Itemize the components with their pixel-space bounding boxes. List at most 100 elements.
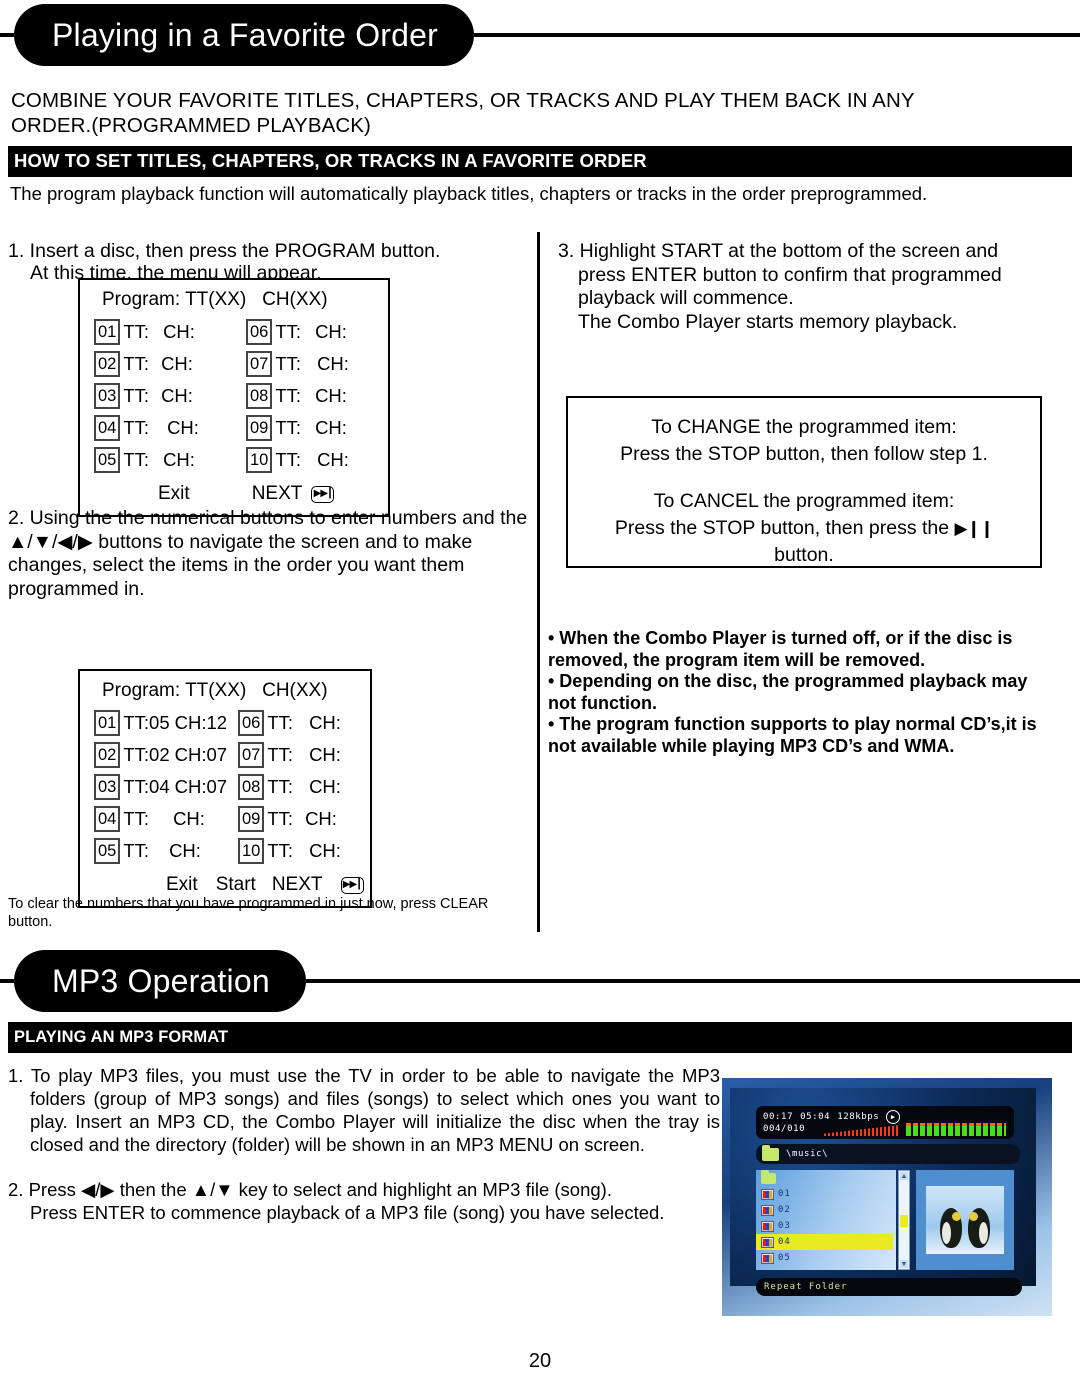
elapsed-time: 00:17	[763, 1112, 794, 1122]
section-title-favorite-order: Playing in a Favorite Order	[14, 4, 475, 66]
osd-entry[interactable]: 06 TT: CH:	[238, 709, 341, 737]
osd-exit-button[interactable]: Exit	[158, 483, 190, 505]
osd-row: 03 TT:04 CH:07 08 TT: CH:	[94, 772, 370, 802]
osd-next-button[interactable]: NEXT	[272, 874, 323, 896]
list-item-label: 02	[778, 1205, 791, 1215]
bullet-item: • When the Combo Player is turned off, o…	[548, 628, 1013, 670]
osd-rows: 01 TT:05 CH:12 06 TT: CH: 02 TT:02 CH:07…	[80, 708, 370, 866]
lede-paragraph: The program playback function will autom…	[10, 183, 928, 204]
list-item[interactable]: 05	[756, 1250, 896, 1266]
osd-entry[interactable]: 05 TT: CH:	[94, 446, 246, 474]
list-item[interactable]: 02	[756, 1202, 896, 1218]
bullet-item: • The program function supports to play …	[548, 714, 1037, 756]
osd-title: Program: TT(XX) CH(XX)	[102, 680, 328, 701]
scrollbar-thumb[interactable]	[900, 1215, 908, 1227]
left-right-arrows-icon: ◀/▶	[81, 1179, 115, 1200]
osd-entry-index: 02	[94, 741, 121, 769]
osd-entry-index: 09	[238, 805, 265, 833]
osd-entry[interactable]: 04 TT: CH:	[94, 805, 238, 833]
osd-entry[interactable]: 01 TT:05 CH:12	[94, 709, 238, 737]
list-item-label: 04	[778, 1237, 791, 1247]
track-counter: 004/010	[763, 1124, 806, 1134]
scroll-up-arrow-icon[interactable]: ▲	[900, 1172, 908, 1180]
folder-up-icon	[761, 1169, 776, 1184]
osd-entry-index: 10	[246, 446, 273, 474]
osd-entry-ch: CH:	[309, 744, 341, 765]
osd-entry[interactable]: 03 TT:04 CH:07	[94, 773, 238, 801]
osd-entry[interactable]: 08 TT: CH:	[238, 773, 341, 801]
list-item[interactable]: 01	[756, 1186, 896, 1202]
osd-entry[interactable]: 02 TT: CH:	[94, 350, 246, 378]
note-change-instruction: Press the STOP button, then follow step …	[620, 443, 988, 465]
repeat-mode-label: Repeat Folder	[764, 1282, 848, 1292]
mp3-file-icon	[761, 1220, 774, 1232]
osd-program-menu-empty: Program: TT(XX) CH(XX) 01 TT: CH: 06 TT:…	[78, 278, 390, 517]
osd-entry[interactable]: 06 TT: CH:	[246, 318, 347, 346]
osd-row: 01 TT: CH: 06 TT: CH:	[94, 317, 388, 347]
osd-entry[interactable]: 09 TT: CH:	[246, 414, 347, 442]
osd-entry[interactable]: 01 TT: CH:	[94, 318, 246, 346]
album-art-panel	[916, 1170, 1014, 1270]
osd-entry-index: 09	[246, 414, 273, 442]
note-cancel-instruction: Press the STOP button, then press the ▶❙…	[568, 515, 1040, 542]
skip-next-icon[interactable]: ▶▶┃	[340, 876, 364, 894]
osd-next-button[interactable]: NEXT	[252, 483, 303, 505]
mp3-step-1: 1. To play MP3 files, you must use the T…	[8, 1065, 720, 1155]
osd-row: 01 TT:05 CH:12 06 TT: CH:	[94, 708, 370, 738]
osd-entry-tt: TT:	[275, 417, 302, 438]
notes-bullet-list: • When the Combo Player is turned off, o…	[548, 628, 1058, 757]
osd-entry-index: 02	[94, 350, 121, 378]
osd-program-menu-filled: Program: TT(XX) CH(XX) 01 TT:05 CH:12 06…	[78, 669, 372, 908]
osd-entry-index: 06	[238, 709, 265, 737]
list-item[interactable]	[756, 1169, 896, 1186]
section-title-mp3-operation: MP3 Operation	[14, 950, 306, 1012]
osd-entry[interactable]: 03 TT: CH:	[94, 382, 246, 410]
note-cancel-button-word: button.	[774, 544, 834, 566]
osd-row: 04 TT: CH: 09 TT: CH:	[94, 804, 370, 834]
skip-next-icon[interactable]: ▶▶┃	[311, 485, 335, 503]
osd-entry[interactable]: 07 TT: CH:	[246, 350, 349, 378]
osd-entry[interactable]: 04 TT: CH:	[94, 414, 246, 442]
osd-entry-ch: CH:	[167, 417, 199, 438]
osd-start-button[interactable]: Start	[216, 874, 256, 896]
mp3-file-icon	[761, 1236, 774, 1248]
osd-entry-tt: TT:	[123, 321, 150, 342]
tv-file-list[interactable]: 01 02 03 04 05	[756, 1169, 896, 1270]
osd-entry[interactable]: 09 TT: CH:	[238, 805, 337, 833]
osd-entry-index: 03	[94, 382, 121, 410]
osd-entry-ch: CH:07	[174, 776, 228, 797]
change-cancel-note-box: To CHANGE the programmed item: Press the…	[566, 396, 1042, 568]
osd-entry-tt: TT:	[267, 776, 294, 797]
osd-entry-ch: CH:	[169, 840, 201, 861]
osd-entry[interactable]: 07 TT: CH:	[238, 741, 341, 769]
osd-row: 04 TT: CH: 09 TT: CH:	[94, 413, 388, 443]
scrollbar[interactable]: ▲ ▼	[898, 1170, 910, 1270]
mp3-file-icon	[761, 1188, 774, 1200]
osd-entry-ch: CH:	[173, 808, 205, 829]
osd-entry-ch: CH:07	[174, 744, 228, 765]
step-3-block: 3. Highlight START at the bottom of the …	[558, 240, 1068, 334]
list-item-label: 01	[778, 1189, 791, 1199]
osd-entry-tt: TT:	[123, 808, 150, 829]
osd-entry-tt: TT:	[123, 840, 150, 861]
osd-entry[interactable]: 05 TT: CH:	[94, 837, 238, 865]
list-item-selected[interactable]: 04	[756, 1234, 893, 1250]
osd-entry[interactable]: 10 TT: CH:	[238, 837, 341, 865]
osd-entry-ch: CH:	[161, 385, 193, 406]
section-banner-favorite-order: Playing in a Favorite Order	[0, 4, 1080, 66]
osd-exit-button[interactable]: Exit	[166, 874, 198, 896]
osd-entry-index: 01	[94, 709, 121, 737]
spectrum-meter-icon	[906, 1123, 1006, 1136]
osd-entry[interactable]: 02 TT:02 CH:07	[94, 741, 238, 769]
osd-entry[interactable]: 08 TT: CH:	[246, 382, 347, 410]
osd-row: 02 TT:02 CH:07 07 TT: CH:	[94, 740, 370, 770]
osd-title: Program: TT(XX) CH(XX)	[102, 289, 328, 310]
list-item[interactable]: 03	[756, 1218, 896, 1234]
scroll-down-arrow-icon[interactable]: ▼	[900, 1260, 908, 1268]
osd-entry[interactable]: 10 TT: CH:	[246, 446, 349, 474]
up-down-arrows-icon: ▲/▼	[191, 1179, 234, 1200]
osd-entry-ch: CH:	[305, 808, 337, 829]
play-icon: ▶	[886, 1110, 901, 1124]
osd-entry-ch: CH:	[163, 449, 195, 470]
tv-status-line-1: 00:17 05:04 128kbps ▶	[763, 1110, 901, 1124]
